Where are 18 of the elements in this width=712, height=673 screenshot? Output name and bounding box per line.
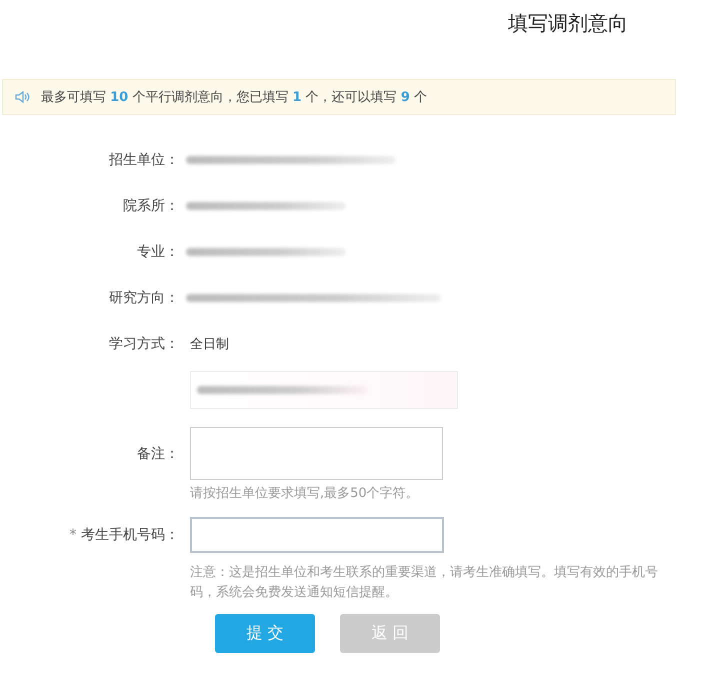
phone-field[interactable]: [190, 517, 444, 553]
field-label: 考生手机号码：: [81, 527, 179, 543]
blurred-select[interactable]: [190, 371, 458, 409]
speaker-icon: [15, 90, 31, 104]
field-value: 全日制: [190, 336, 229, 353]
field-label: 学习方式：: [108, 335, 180, 353]
note-text: 注意：这是招生单位和考生联系的重要渠道，请考生准确填写。填写有效的手机号码，系统会免费发送通知短信提醒。: [190, 564, 659, 602]
required-mark: *: [70, 527, 77, 543]
hint-text: 请按招生单位要求填写,最多50个字符。: [190, 485, 419, 502]
field-label: 院系所：: [122, 197, 180, 215]
form-button[interactable]: 提 交: [215, 614, 315, 652]
notice-text: 最多可填写 10 个平行调剂意向，您已填写 1 个，还可以填写 9 个: [41, 89, 427, 106]
field-label: 研究方向：: [108, 289, 180, 307]
field-label: 招生单位：: [108, 151, 180, 169]
page-title: 填写调剂意向: [508, 10, 628, 37]
field-label: 备注：: [136, 444, 180, 462]
remarks-field[interactable]: [190, 427, 443, 480]
field-label: 专业：: [136, 243, 180, 261]
